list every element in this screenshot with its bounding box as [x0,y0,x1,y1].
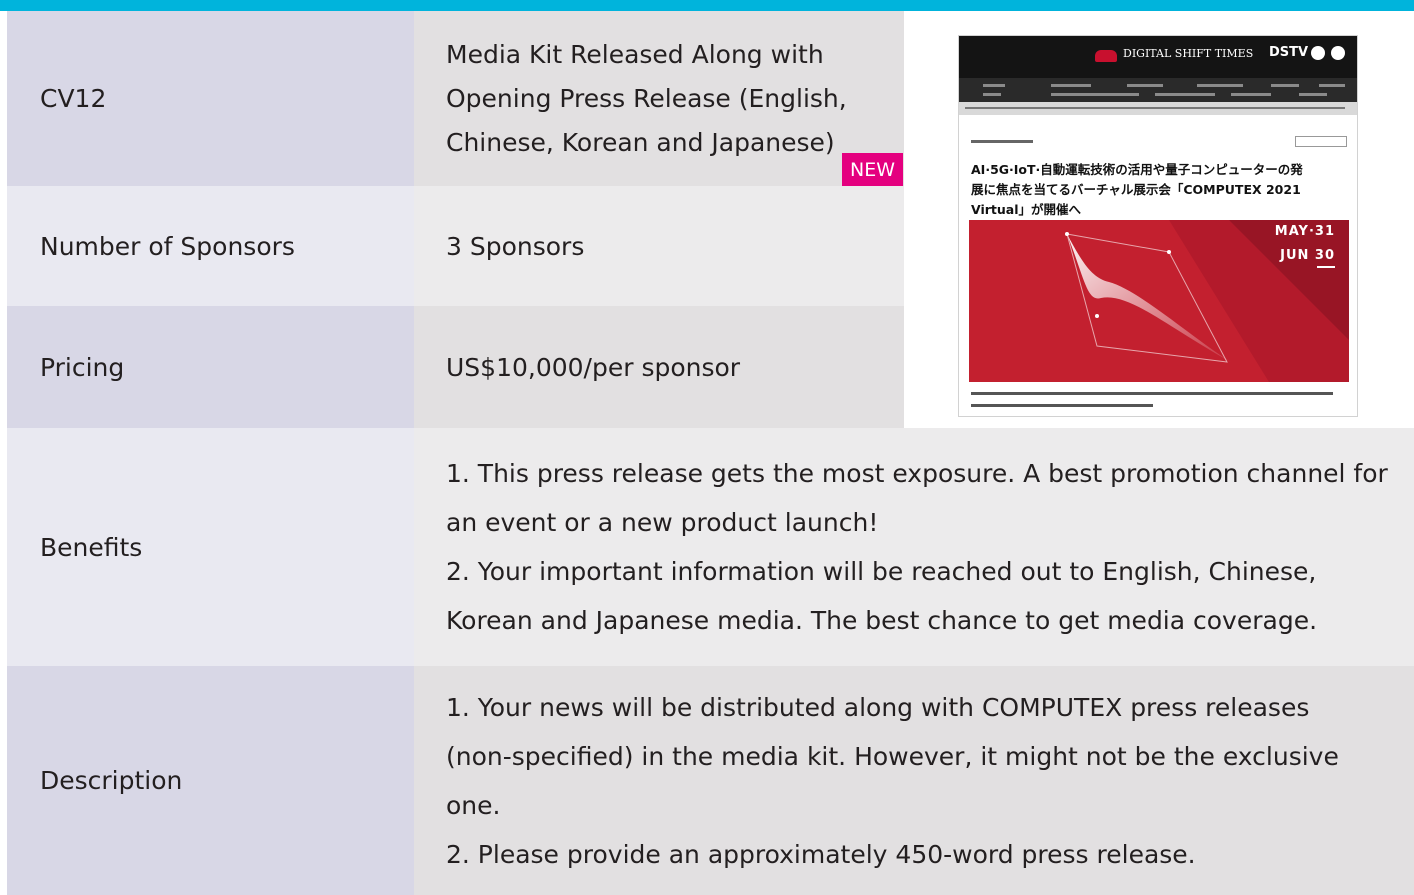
benefits-value: 1. This press release gets the most expo… [446,449,1388,645]
row-label-benefits: Benefits [7,428,414,666]
preview-tag [1295,136,1347,147]
description-line: 2. Please provide an approximately 450-w… [446,839,1196,869]
item-value-line: Opening Press Release (English, [446,83,847,113]
preview-headline-line: Virtual」が開催へ [971,202,1081,217]
hero-wave-graphic [969,220,1349,382]
description-line: one. [446,790,501,820]
item-value-line: Media Kit Released Along with [446,39,824,69]
preview-ticker [959,102,1357,115]
row-value-item: Media Kit Released Along with Opening Pr… [414,11,904,186]
description-label: Description [40,766,183,795]
item-value-line: Chinese, Korean and Japanese) [446,127,835,157]
row-value-pricing: US$10,000/per sponsor [414,306,904,428]
benefits-line: 1. This press release gets the most expo… [446,459,1388,488]
pricing-value: US$10,000/per sponsor [446,352,741,382]
row-value-benefits: 1. This press release gets the most expo… [414,428,1414,666]
item-label: CV12 [40,84,107,113]
preview-date [971,140,1033,143]
preview-headline-line: 展に焦点を当てるバーチャル展示会「COMPUTEX 2021 [971,182,1301,197]
description-value: 1. Your news will be distributed along w… [446,683,1339,879]
preview-body-line [971,392,1333,395]
preview-site-badge: DSTV [1269,45,1309,60]
hero-date-end: JUN 30 [1280,248,1335,263]
site-logo-icon [1095,50,1117,62]
hero-year-mark [1317,266,1335,268]
benefits-label: Benefits [40,532,143,562]
row-label-pricing: Pricing [7,306,414,428]
preview-site-name: DIGITAL SHIFT TIMES [1123,47,1254,60]
preview-headline-line: AI·5G·IoT·自動運転技術の活用や量子コンピューターの発 [971,162,1303,177]
row-label-description: Description [7,666,414,895]
preview-hero-graphic: MAY·31 JUN 30 [969,220,1349,382]
article-preview-image: DIGITAL SHIFT TIMES DSTV AI·5G·IoT·自動運転技… [958,35,1358,417]
benefits-line: an event or a new product launch! [446,508,879,537]
twitter-icon [1331,46,1345,60]
preview-header: DIGITAL SHIFT TIMES DSTV [959,36,1357,78]
top-accent-bar [0,0,1414,11]
preview-nav [959,78,1357,102]
benefits-line: Korean and Japanese media. The best chan… [446,606,1318,635]
item-value: Media Kit Released Along with Opening Pr… [446,33,847,165]
preview-headline: AI·5G·IoT·自動運転技術の活用や量子コンピューターの発 展に焦点を当てる… [971,160,1349,220]
description-line: (non-specified) in the media kit. Howeve… [446,741,1339,771]
sponsors-value: 3 Sponsors [446,231,585,261]
row-label-sponsors: Number of Sponsors [7,186,414,306]
row-value-sponsors: 3 Sponsors [414,186,904,306]
hero-date-start: MAY·31 [1274,224,1335,239]
pricing-label: Pricing [40,352,125,382]
description-line: 1. Your news will be distributed along w… [446,692,1310,722]
benefits-line: 2. Your important information will be re… [446,557,1317,586]
facebook-icon [1311,46,1325,60]
new-badge: NEW [842,153,903,186]
preview-body-line [971,404,1153,407]
sponsors-label: Number of Sponsors [40,231,295,261]
row-label-item: CV12 [7,11,414,186]
row-value-description: 1. Your news will be distributed along w… [414,666,1414,895]
